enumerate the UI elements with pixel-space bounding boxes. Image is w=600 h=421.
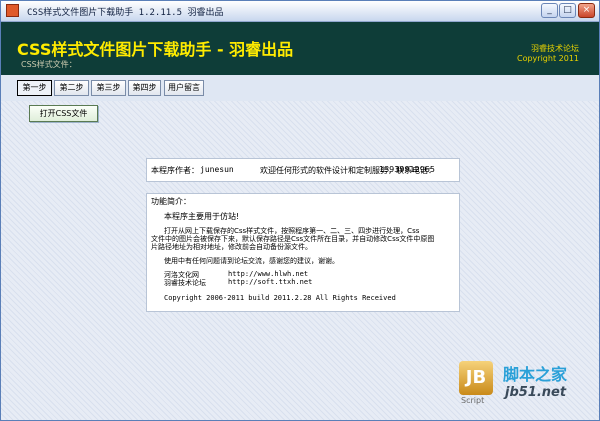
- jb51-logo-icon: JB: [459, 361, 493, 395]
- open-css-file-button[interactable]: 打开CSS文件: [29, 105, 98, 122]
- close-button[interactable]: ×: [578, 3, 595, 18]
- logo-letters: JB: [465, 367, 487, 388]
- css-file-label: CSS样式文件：: [21, 60, 77, 69]
- watermark-site-url: jb51.net: [505, 385, 567, 400]
- tab-step-2[interactable]: 第二步: [54, 80, 89, 96]
- tab-user-messages[interactable]: 用户留言: [164, 80, 204, 96]
- site-watermark: JB Script 脚本之家 jb51.net: [453, 359, 593, 415]
- banner-credits: 羽睿技术论坛 Copyright 2011: [517, 44, 579, 64]
- step-tabs: 第一步 第二步 第三步 第四步 用户留言: [1, 75, 599, 101]
- window-title: CSS样式文件图片下载助手 1.2.11.5 羽睿出品: [27, 8, 224, 18]
- title-bar[interactable]: CSS样式文件图片下载助手 1.2.11.5 羽睿出品 _ □ ×: [1, 1, 599, 22]
- minimize-button[interactable]: _: [541, 3, 558, 18]
- author-phone: 13939912965: [379, 165, 435, 174]
- intro-paragraph-line-3: 片路径地址为相对地址，修改前会自动备份源文件。: [151, 243, 312, 251]
- forum-name: 羽睿技术论坛: [531, 44, 579, 53]
- link-url-hlwh[interactable]: http://www.hlwh.net: [228, 270, 308, 278]
- author-box: 本程序作者： junesun 欢迎任何形式的软件设计和定制服务，联系电话： 13…: [146, 158, 460, 182]
- tab-step-3[interactable]: 第三步: [91, 80, 126, 96]
- app-icon: [6, 4, 19, 17]
- app-window: CSS样式文件图片下载助手 1.2.11.5 羽睿出品 _ □ × CSS样式文…: [0, 0, 600, 421]
- banner-title: CSS样式文件图片下载助手 - 羽睿出品: [17, 40, 294, 59]
- watermark-site-name: 脚本之家: [503, 365, 568, 384]
- tab-step-4[interactable]: 第四步: [128, 80, 161, 96]
- header-banner: CSS样式文件图片下载助手 - 羽睿出品 CSS样式文件： 羽睿技术论坛 Cop…: [1, 22, 599, 75]
- link-name-forum: 羽睿技术论坛: [164, 279, 206, 287]
- feature-intro-box: 功能简介： 本程序主要用于仿站! 打开从网上下载保存的Css样式文件，按照程序第…: [146, 193, 460, 312]
- intro-feedback: 使用中有任何问题请到论坛交流，感谢您的建议，谢谢。: [164, 257, 339, 265]
- author-name: junesun: [200, 165, 234, 174]
- intro-heading: 功能简介：: [151, 197, 191, 206]
- intro-purpose: 本程序主要用于仿站!: [164, 212, 240, 221]
- intro-copyright: Copyright 2006-2011 build 2011.2.28 All …: [164, 294, 396, 302]
- step-panel: 打开CSS文件 本程序作者： junesun 欢迎任何形式的软件设计和定制服务，…: [1, 101, 599, 420]
- watermark-script-text: Script: [461, 396, 485, 405]
- tab-step-1[interactable]: 第一步: [17, 80, 52, 96]
- link-url-forum[interactable]: http://soft.ttxh.net: [228, 278, 312, 286]
- maximize-button[interactable]: □: [559, 3, 576, 18]
- banner-copyright: Copyright 2011: [517, 54, 579, 63]
- author-label: 本程序作者：: [151, 166, 199, 175]
